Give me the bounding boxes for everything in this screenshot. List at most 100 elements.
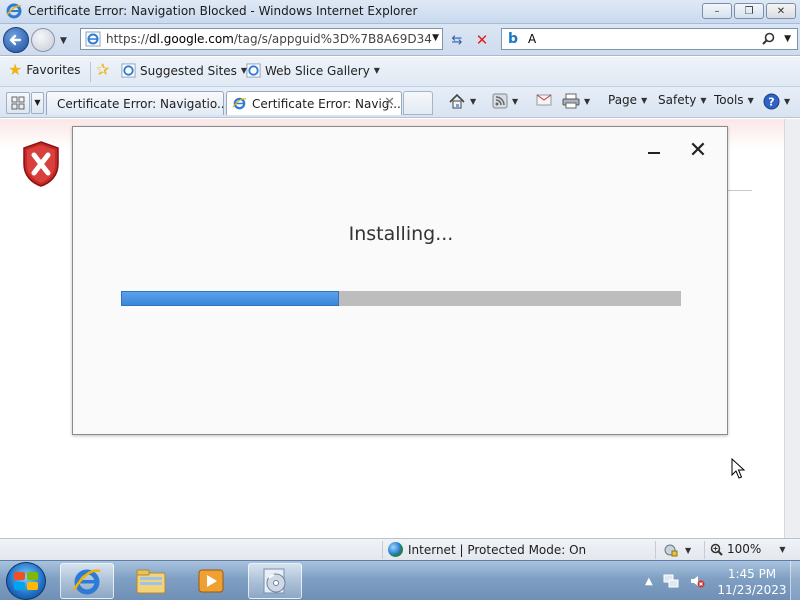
- chevron-down-icon: ▼: [685, 545, 692, 555]
- zoom-level-button[interactable]: 100% ▼: [710, 542, 785, 556]
- clock-date: 11/23/2023: [717, 583, 787, 597]
- windows-taskbar: ▲ 1:45 PM 11/23/2023: [0, 560, 800, 600]
- stop-icon: ✕: [475, 31, 489, 49]
- safety-menu-button[interactable]: Safety ▼: [658, 93, 707, 107]
- tab-list-dropdown-icon[interactable]: ▼: [31, 92, 44, 114]
- web-slice-gallery-label: Web Slice Gallery: [265, 63, 370, 78]
- close-tab-icon[interactable]: ✕: [384, 95, 395, 110]
- taskbar-media-player[interactable]: [184, 563, 238, 599]
- folder-icon: [136, 569, 166, 594]
- certificate-error-shield-icon: [23, 141, 59, 187]
- compatibility-refresh-button[interactable]: ⇆: [446, 30, 468, 50]
- media-player-icon: [198, 569, 224, 593]
- install-progress-fill: [121, 291, 340, 306]
- recent-pages-dropdown-icon[interactable]: ▼: [60, 36, 67, 46]
- address-dropdown-icon[interactable]: ▼: [432, 33, 439, 43]
- taskbar-clock[interactable]: 1:45 PM 11/23/2023: [716, 566, 788, 598]
- taskbar-windows-explorer[interactable]: [124, 563, 178, 599]
- search-options-dropdown-icon[interactable]: ▼: [784, 34, 791, 44]
- close-dialog-button[interactable]: ✕: [687, 140, 709, 163]
- help-button[interactable]: ? ▼: [763, 93, 790, 110]
- network-icon[interactable]: [663, 573, 679, 589]
- vertical-scrollbar[interactable]: [784, 119, 800, 538]
- windows-flag-icon: [14, 572, 38, 590]
- back-arrow-icon: [9, 34, 22, 46]
- suggested-sites-label: Suggested Sites: [140, 63, 237, 78]
- tab-label: Certificate Error: Navigatio...: [57, 96, 224, 111]
- taskbar-internet-explorer[interactable]: [60, 563, 114, 599]
- system-tray: ▲: [645, 573, 705, 589]
- security-zone[interactable]: Internet | Protected Mode: On: [388, 542, 586, 557]
- bing-icon: b: [508, 31, 519, 47]
- content-divider: [728, 190, 752, 191]
- chevron-down-icon: ▼: [700, 95, 707, 105]
- volume-muted-icon[interactable]: [689, 573, 705, 589]
- printer-icon: [562, 93, 580, 109]
- address-field[interactable]: https://dl.google.com/tag/s/appguid%3D%7…: [80, 28, 443, 50]
- url-host: dl.google.com: [149, 32, 234, 46]
- chevron-down-icon: ▼: [373, 66, 380, 75]
- add-to-favorites-bar-button[interactable]: ✰: [96, 60, 110, 79]
- feeds-button[interactable]: ▼: [492, 93, 518, 109]
- quick-tabs-button[interactable]: [6, 92, 30, 114]
- status-divider: [704, 541, 705, 559]
- title-bar: Certificate Error: Navigation Blocked - …: [0, 0, 800, 24]
- ie-logo-icon: [72, 569, 101, 595]
- back-button[interactable]: [3, 27, 29, 53]
- ie-logo-icon: [6, 3, 22, 19]
- add-favorite-star-icon: ✰: [96, 60, 110, 79]
- internet-zone-globe-icon: [388, 542, 403, 557]
- print-button[interactable]: ▼: [562, 93, 590, 109]
- tools-menu-button[interactable]: Tools ▼: [714, 93, 754, 107]
- search-input[interactable]: [528, 32, 738, 46]
- url-path: /tag/s/appguid%3D%7B8A69D345-D56: [233, 32, 432, 46]
- url-text[interactable]: https://dl.google.com/tag/s/appguid%3D%7…: [106, 32, 432, 46]
- page-ie-icon: [246, 63, 261, 78]
- new-tab-button[interactable]: [403, 91, 433, 115]
- chevron-down-icon: ▼: [784, 97, 791, 106]
- protected-mode-settings[interactable]: ▼: [663, 542, 691, 558]
- taskbar-installer[interactable]: [248, 563, 302, 599]
- quick-tabs-icon: [11, 96, 25, 110]
- chevron-down-icon: ▼: [641, 95, 648, 105]
- tab-certificate-error-2[interactable]: Certificate Error: Navig... ✕: [226, 91, 402, 115]
- tab-certificate-error-1[interactable]: Certificate Error: Navigatio...: [46, 91, 224, 115]
- page-ie-icon: [232, 97, 247, 110]
- minimize-window-button[interactable]: –: [702, 3, 732, 19]
- favorites-button[interactable]: ★ Favorites: [8, 62, 81, 78]
- favorites-divider: [90, 62, 91, 82]
- status-divider: [655, 541, 656, 559]
- page-ie-icon: [121, 63, 136, 78]
- tab-label: Certificate Error: Navig...: [252, 96, 401, 111]
- chevron-down-icon: ▼: [779, 544, 786, 554]
- chevron-down-icon: ▼: [470, 97, 477, 106]
- help-icon: ?: [763, 93, 780, 110]
- install-progress-bar: [121, 291, 681, 306]
- close-icon: ✕: [776, 5, 786, 17]
- search-icon[interactable]: [762, 32, 775, 48]
- navigation-bar: ▼ https://dl.google.com/tag/s/appguid%3D…: [0, 24, 800, 56]
- suggested-sites-button[interactable]: Suggested Sites ▼: [121, 63, 247, 78]
- show-desktop-button[interactable]: [790, 561, 800, 600]
- forward-button[interactable]: [31, 28, 55, 52]
- svg-text:?: ?: [768, 96, 774, 109]
- maximize-window-button[interactable]: ❐: [734, 3, 764, 19]
- page-menu-button[interactable]: Page ▼: [608, 93, 647, 107]
- chevron-down-icon: ▼: [512, 96, 519, 106]
- minimize-dialog-button[interactable]: [647, 146, 661, 160]
- stop-button[interactable]: ✕: [471, 30, 493, 50]
- close-window-button[interactable]: ✕: [766, 3, 796, 19]
- zoom-level-text: 100%: [727, 542, 762, 556]
- chevron-down-icon: ▼: [747, 95, 754, 105]
- show-hidden-icons-icon[interactable]: ▲: [645, 576, 653, 587]
- search-box[interactable]: b ▼: [501, 28, 798, 50]
- read-mail-button[interactable]: [536, 93, 552, 107]
- installer-disc-icon: [263, 568, 286, 594]
- installing-status-text: Installing...: [348, 223, 454, 245]
- home-button[interactable]: ▼: [448, 93, 476, 110]
- chevron-down-icon: ▼: [584, 96, 591, 106]
- window-title: Certificate Error: Navigation Blocked - …: [28, 4, 418, 18]
- web-slice-gallery-button[interactable]: Web Slice Gallery ▼: [246, 63, 380, 78]
- protected-mode-icon: [664, 544, 678, 557]
- url-prefix: https://: [106, 32, 150, 46]
